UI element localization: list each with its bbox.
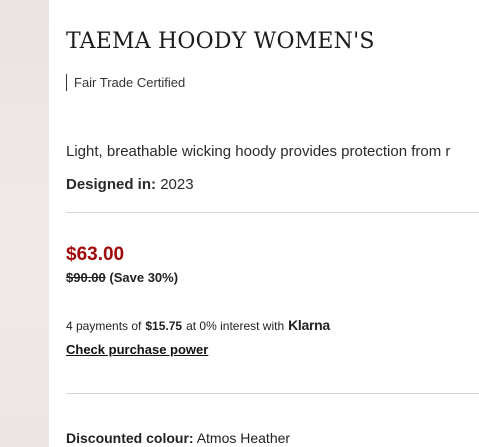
designed-in: Designed in: 2023 — [66, 176, 194, 193]
colour-value: Atmos Heather — [196, 430, 291, 446]
designed-in-label: Designed in: — [66, 176, 157, 193]
divider — [66, 393, 479, 394]
certification-divider — [66, 73, 67, 91]
sale-price: $63.00 — [66, 244, 125, 265]
klarna-suffix: at 0% interest with — [186, 319, 285, 333]
product-image[interactable] — [0, 0, 49, 447]
product-page: TAEMA HOODY WOMEN'S Fair Trade Certified… — [0, 0, 479, 447]
certification-label: Fair Trade Certified — [74, 74, 186, 90]
certification-badge: Fair Trade Certified — [66, 73, 185, 91]
designed-in-year: 2023 — [160, 176, 194, 193]
colour-label: Discounted colour: — [66, 430, 194, 446]
original-price-row: $90.00 (Save 30%) — [66, 270, 178, 285]
check-purchase-power-link[interactable]: Check purchase power — [66, 342, 208, 357]
product-title: TAEMA HOODY WOMEN'S — [66, 29, 375, 54]
klarna-installments: 4 payments of $15.75 at 0% interest with… — [66, 317, 330, 333]
original-price: $90.00 — [66, 270, 106, 285]
product-description: Light, breathable wicking hoody provides… — [66, 143, 451, 160]
savings-label: (Save 30%) — [109, 270, 179, 285]
klarna-logo: Klarna — [288, 317, 330, 333]
divider — [66, 212, 479, 213]
product-details: TAEMA HOODY WOMEN'S Fair Trade Certified… — [66, 0, 479, 447]
klarna-amount: $15.75 — [145, 319, 183, 333]
klarna-prefix: 4 payments of — [66, 319, 142, 333]
colour-selection: Discounted colour: Atmos Heather — [66, 430, 290, 446]
